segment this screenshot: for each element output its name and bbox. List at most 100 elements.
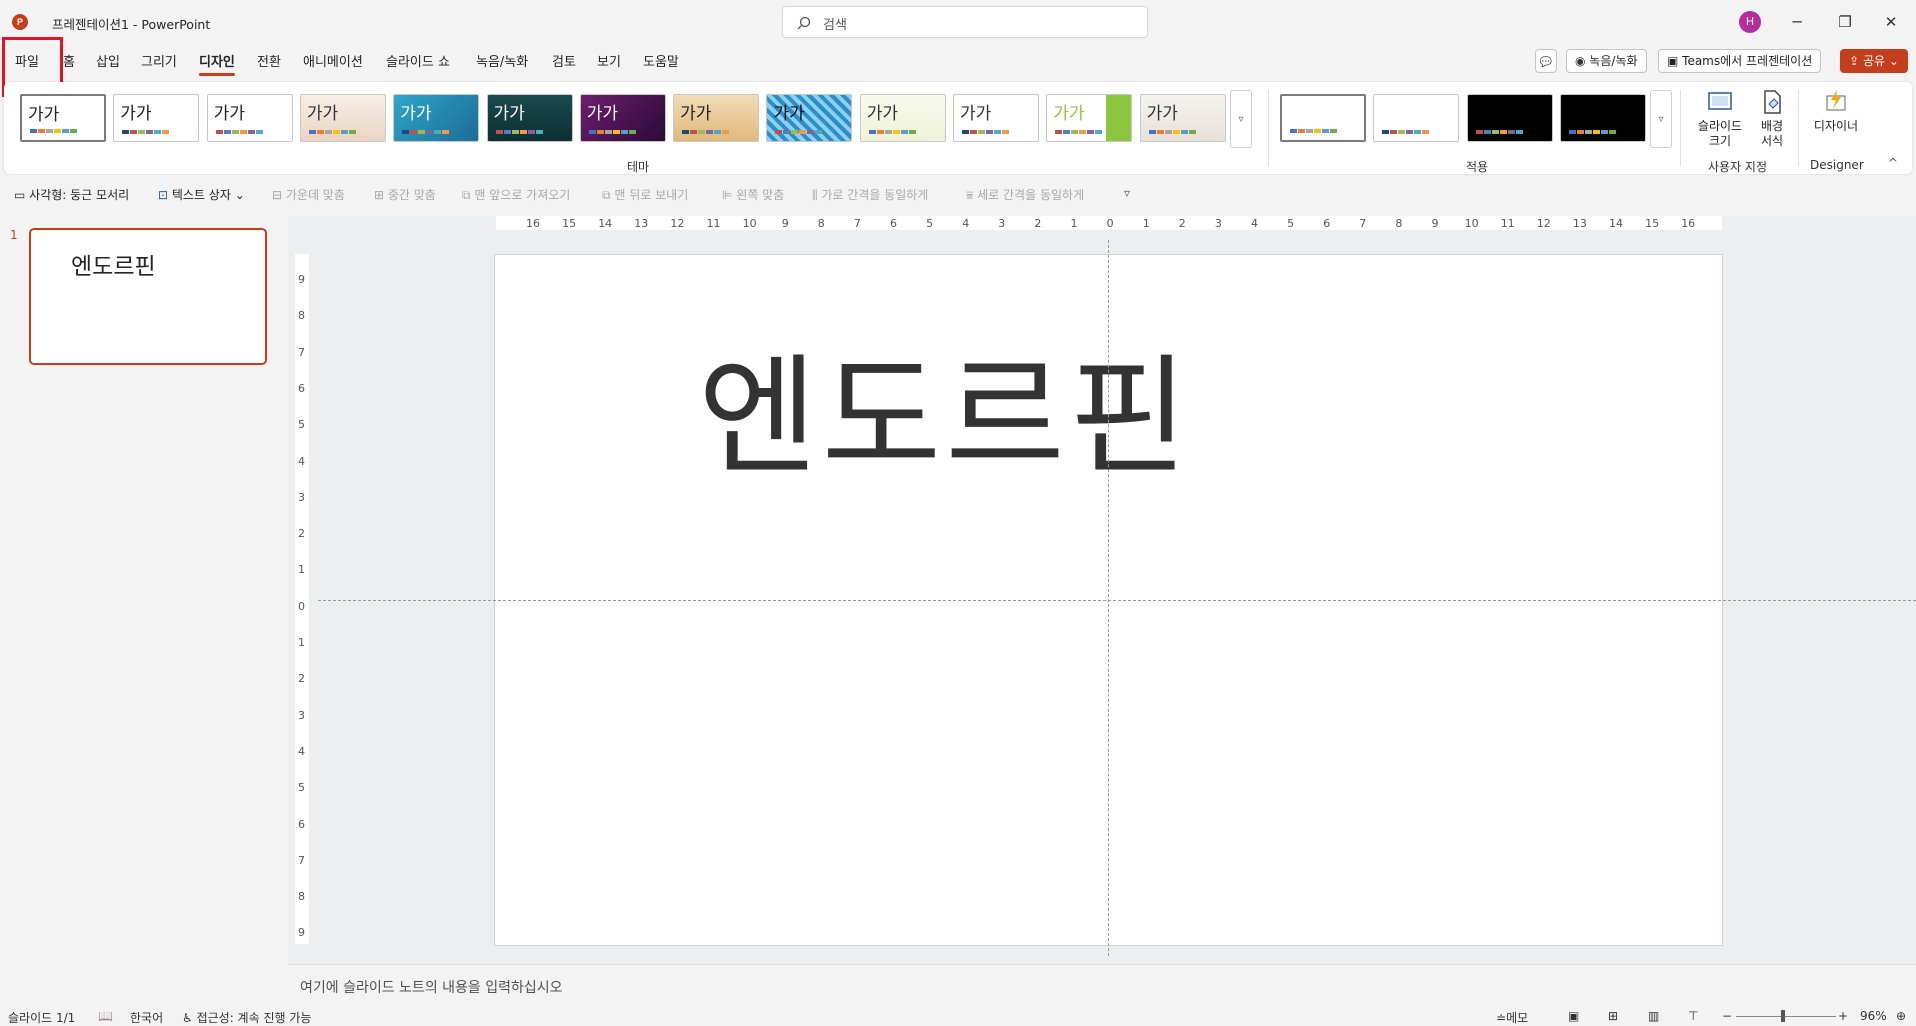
- variant-color-swatches: [1475, 130, 1523, 134]
- slideshow-view-icon[interactable]: ⊤: [1688, 1009, 1698, 1023]
- theme-thumbnail[interactable]: 가가: [1139, 94, 1226, 142]
- vertical-guide[interactable]: [1108, 240, 1109, 956]
- ruler-label: 3: [1214, 217, 1222, 230]
- vertical-ruler: 9 8 7 6 5 4 3 2 1 0 1 2 3 4 5 6 7 8 9: [295, 254, 309, 944]
- teams-present-button[interactable]: ▣ Teams에서 프레젠테이션: [1658, 49, 1822, 73]
- window-title: 프레젠테이션1 - PowerPoint: [52, 17, 211, 32]
- distribute-v-label: 세로 간격을 동일하게: [977, 188, 1085, 202]
- themes-more-button[interactable]: ▿: [1230, 90, 1252, 148]
- reading-view-icon[interactable]: ▥: [1648, 1009, 1659, 1023]
- tab-help[interactable]: 도움말: [643, 51, 679, 70]
- variant-thumbnail[interactable]: [1559, 94, 1646, 142]
- tab-home[interactable]: 홈: [63, 51, 75, 70]
- ruler-label: 6: [298, 817, 305, 831]
- notes-label: 메모: [1506, 1011, 1529, 1025]
- zoom-in-button[interactable]: +: [1838, 1009, 1848, 1023]
- restore-button[interactable]: ❐: [1822, 8, 1868, 36]
- bring-to-front-button[interactable]: ⧉ 맨 앞으로 가져오기: [462, 186, 570, 203]
- language-indicator[interactable]: 한국어: [130, 1009, 163, 1026]
- search-icon: [797, 16, 811, 30]
- minimize-button[interactable]: ─: [1774, 8, 1820, 36]
- search-input[interactable]: 검색: [782, 6, 1148, 38]
- align-center-button[interactable]: ⊟ 가운데 맞춤: [272, 186, 345, 203]
- shape-label: 사각형: 둥근 모서리: [29, 188, 130, 202]
- textbox-button[interactable]: ⊡ 텍스트 상자 ⌄: [158, 186, 245, 203]
- tab-view[interactable]: 보기: [597, 51, 621, 70]
- horizontal-guide[interactable]: [318, 600, 1916, 601]
- theme-thumbnail[interactable]: 가가: [859, 94, 946, 142]
- spellcheck-icon[interactable]: 📖: [98, 1009, 113, 1023]
- theme-thumbnail[interactable]: 가가: [579, 94, 666, 142]
- tab-review[interactable]: 검토: [552, 51, 576, 70]
- fit-to-window-icon[interactable]: ⊕: [1896, 1009, 1906, 1023]
- theme-thumbnail[interactable]: 가가: [299, 94, 386, 142]
- comment-button[interactable]: 💬: [1535, 49, 1557, 73]
- ruler-label: 14: [1609, 217, 1623, 230]
- theme-thumbnail[interactable]: 가가: [393, 94, 480, 142]
- ruler-label: 2: [1178, 217, 1186, 230]
- variant-thumbnail[interactable]: [1466, 94, 1553, 142]
- designer-button[interactable]: 디자이너: [1806, 88, 1866, 134]
- record-button[interactable]: ◉ 녹음/녹화: [1566, 49, 1647, 73]
- slide-sorter-icon[interactable]: ⊞: [1608, 1009, 1618, 1023]
- slide-counter: 슬라이드 1/1: [8, 1011, 76, 1025]
- horizontal-ruler: 16 15 14 13 12 11 10 9 8 7 6 5 4 3 2 1 0 1 2 3 4 5 6 7 8 9 10 11 12 1…: [496, 216, 1722, 230]
- slide-title-text[interactable]: 엔도르핀: [698, 342, 1192, 492]
- send-to-back-button[interactable]: ⧉ 맨 뒤로 보내기: [602, 186, 688, 203]
- theme-color-swatches: [402, 130, 450, 134]
- record-label: 녹음/녹화: [1589, 54, 1638, 68]
- tab-draw[interactable]: 그리기: [141, 51, 177, 70]
- toolbar-overflow-button[interactable]: ▿: [1124, 186, 1130, 200]
- ruler-label: 5: [926, 217, 934, 230]
- theme-thumbnail[interactable]: 가가: [953, 94, 1039, 142]
- notes-pane[interactable]: 여기에 슬라이드 노트의 내용을 입력하십시오: [288, 964, 1916, 1006]
- share-button[interactable]: ⇪ 공유 ⌄: [1840, 49, 1908, 73]
- theme-thumbnail[interactable]: 가가: [20, 94, 106, 142]
- zoom-slider[interactable]: [1736, 1016, 1836, 1017]
- tab-file[interactable]: 파일: [15, 51, 39, 70]
- align-middle-button[interactable]: ⊞ 중간 맞춤: [374, 186, 436, 203]
- normal-view-icon[interactable]: ▣: [1568, 1009, 1579, 1023]
- format-background-button[interactable]: 배경 서식: [1754, 88, 1790, 149]
- zoom-level[interactable]: 96%: [1860, 1009, 1887, 1023]
- ruler-label: 9: [1431, 217, 1439, 230]
- distribute-vertical-button[interactable]: ⩸ 세로 간격을 동일하게: [966, 186, 1084, 203]
- shape-rounded-rect-button[interactable]: ▭ 사각형: 둥근 모서리: [14, 186, 129, 203]
- theme-thumbnail[interactable]: 가가: [206, 94, 293, 142]
- theme-preview-text: 가가: [400, 104, 432, 124]
- align-left-button[interactable]: ⊫ 왼쪽 맞춤: [722, 186, 784, 203]
- accessibility-indicator[interactable]: ♿ 접근성: 계속 진행 가능: [182, 1009, 311, 1026]
- ruler-label: 1: [298, 563, 305, 577]
- variant-thumbnail[interactable]: [1280, 94, 1366, 142]
- ruler-label: 4: [1251, 217, 1258, 230]
- ruler-label: 2: [1034, 217, 1042, 230]
- tab-slideshow[interactable]: 슬라이드 쇼: [386, 51, 450, 70]
- theme-preview-text: 가가: [866, 104, 898, 124]
- theme-thumbnail[interactable]: 가가: [766, 94, 853, 142]
- user-avatar[interactable]: H: [1739, 11, 1761, 33]
- slide-thumbnail[interactable]: 엔도르핀: [29, 228, 267, 365]
- theme-thumbnail[interactable]: 가가: [113, 94, 200, 142]
- tab-transitions[interactable]: 전환: [257, 51, 281, 70]
- format-toolbar: ▭ 사각형: 둥근 모서리 ⊡ 텍스트 상자 ⌄ ⊟ 가운데 맞춤 ⊞ 중간 맞…: [4, 180, 1912, 208]
- theme-thumbnail[interactable]: 가가: [1046, 94, 1133, 142]
- variant-thumbnail[interactable]: [1373, 94, 1460, 142]
- close-button[interactable]: ✕: [1868, 8, 1914, 36]
- theme-thumbnail[interactable]: 가가: [673, 94, 760, 142]
- tab-animations[interactable]: 애니메이션: [303, 51, 363, 70]
- tab-record[interactable]: 녹음/녹화: [476, 51, 528, 70]
- distribute-horizontal-button[interactable]: ⫼ 가로 간격을 동일하게: [812, 186, 928, 203]
- tab-insert[interactable]: 삽입: [96, 51, 120, 70]
- separator: [1680, 90, 1681, 166]
- slide-size-button[interactable]: 슬라이드 크기: [1692, 88, 1748, 149]
- comment-icon: 💬: [1539, 57, 1553, 68]
- collapse-ribbon-button[interactable]: ^: [1888, 156, 1898, 170]
- variants-more-button[interactable]: ▿: [1650, 90, 1672, 148]
- zoom-out-button[interactable]: −: [1722, 1009, 1732, 1023]
- tab-design[interactable]: 디자인: [199, 51, 235, 76]
- ruler-label: 1: [1142, 217, 1150, 230]
- zoom-slider-thumb[interactable]: [1781, 1010, 1785, 1022]
- ruler-label: 11: [706, 217, 721, 230]
- theme-thumbnail[interactable]: 가가: [486, 94, 573, 142]
- notes-toggle-button[interactable]: ≐메모: [1496, 1009, 1528, 1026]
